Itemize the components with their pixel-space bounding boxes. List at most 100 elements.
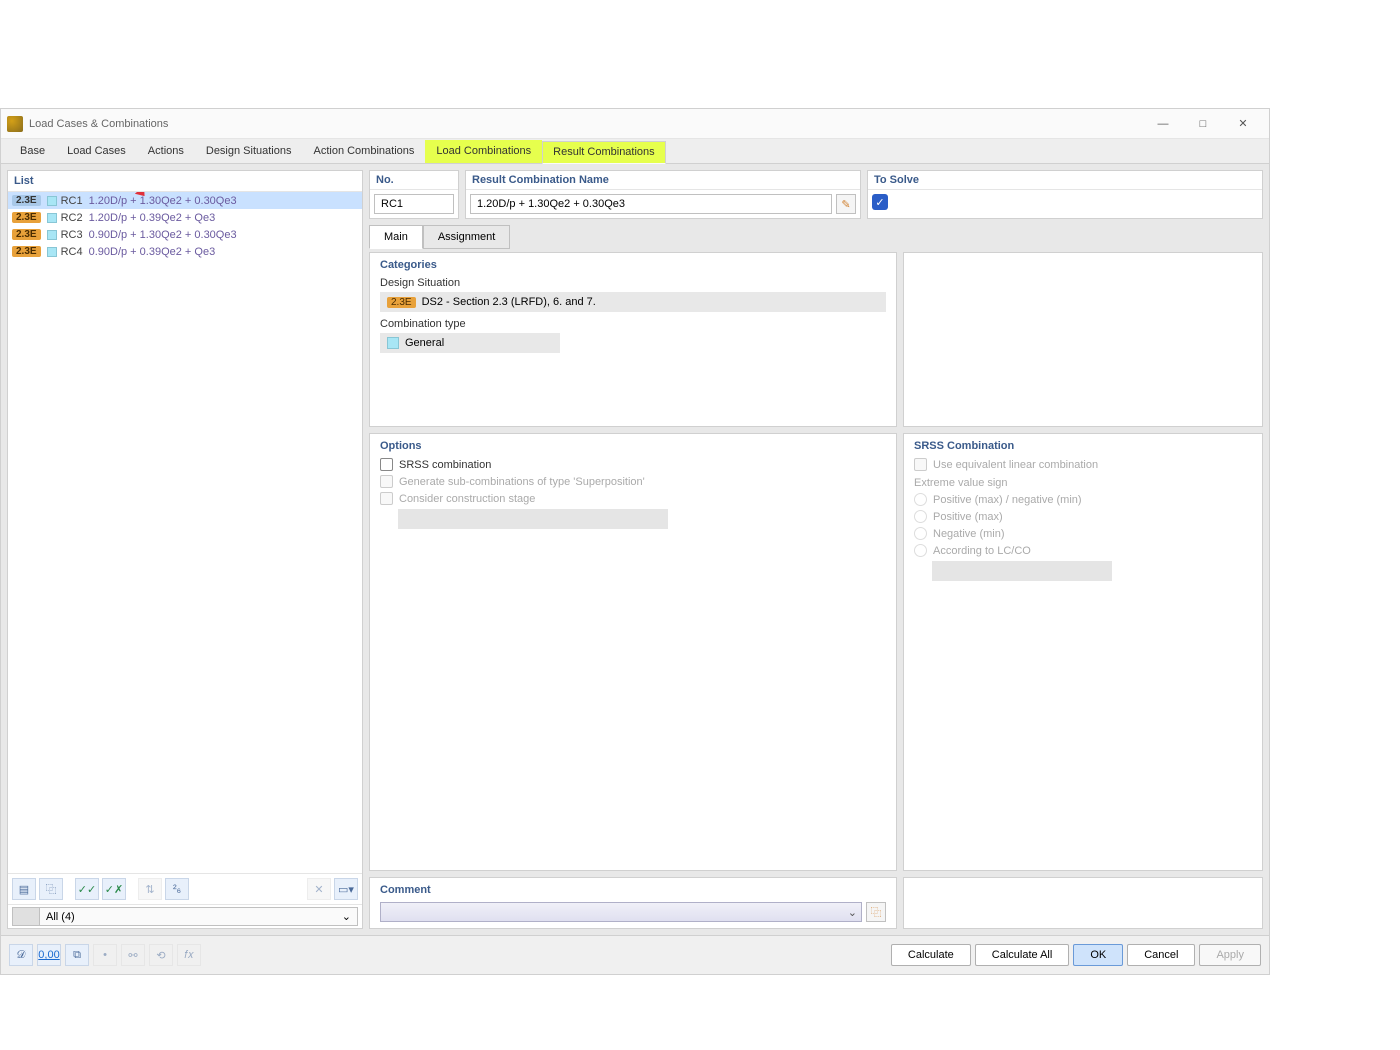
content-area: List 2.3E RC1 1.20D/p + 1.30Qe2 + 0.30Qe… — [1, 164, 1269, 935]
tab-load-cases[interactable]: Load Cases — [56, 140, 137, 163]
radio-row: According to LC/CO — [914, 544, 1252, 557]
sort-icon[interactable]: ⇅ — [138, 878, 162, 900]
useeq-label: Use equivalent linear combination — [933, 459, 1098, 471]
comment-panel: Comment ⌄ ⿻ — [369, 877, 897, 929]
titlebar: Load Cases & Combinations — □ ✕ — [1, 109, 1269, 139]
no-input[interactable]: RC1 — [374, 194, 454, 214]
color-swatch — [47, 213, 57, 223]
tab-design-situations[interactable]: Design Situations — [195, 140, 303, 163]
checkbox-icon — [380, 475, 393, 488]
maximize-button[interactable]: □ — [1183, 109, 1223, 139]
radio-label: Positive (max) — [933, 511, 1003, 523]
row-id: RC3 — [61, 229, 83, 241]
tab-load-combinations[interactable]: Load Combinations — [425, 140, 542, 163]
name-input[interactable]: 1.20D/p + 1.30Qe2 + 0.30Qe3 — [470, 194, 832, 214]
row-id: RC4 — [61, 246, 83, 258]
checkbox-icon — [914, 458, 927, 471]
close-button[interactable]: ✕ — [1223, 109, 1263, 139]
radio-row: Positive (max) — [914, 510, 1252, 523]
dialog-footer: 𝒟 0,00 ⧉ • ⚯ ⟲ 𝑓𝑥 Calculate Calculate Al… — [1, 935, 1269, 974]
no-label: No. — [370, 171, 458, 190]
renumber-icon[interactable]: ²₆ — [165, 878, 189, 900]
annotation-arrow-icon — [118, 192, 148, 193]
comment-input[interactable]: ⌄ — [380, 902, 862, 922]
ds-value: DS2 - Section 2.3 (LRFD), 6. and 7. — [422, 296, 596, 308]
list-panel: List 2.3E RC1 1.20D/p + 1.30Qe2 + 0.30Qe… — [7, 170, 363, 929]
delete-icon[interactable]: ✕ — [307, 878, 331, 900]
apply-button[interactable]: Apply — [1199, 944, 1261, 966]
row-desc: 0.90D/p + 0.39Qe2 + Qe3 — [89, 246, 216, 258]
row-id: RC1 — [61, 195, 83, 207]
footer-tool-4-icon[interactable]: • — [93, 944, 117, 966]
ds-badge: 2.3E — [387, 297, 416, 308]
radio-label: Positive (max) / negative (min) — [933, 494, 1082, 506]
color-swatch — [47, 230, 57, 240]
uncheck-all-icon[interactable]: ✓✗ — [102, 878, 126, 900]
tab-base[interactable]: Base — [9, 140, 56, 163]
ct-swatch — [387, 337, 399, 349]
radio-label: Negative (min) — [933, 528, 1005, 540]
cancel-button[interactable]: Cancel — [1127, 944, 1195, 966]
ds-field[interactable]: 2.3E DS2 - Section 2.3 (LRFD), 6. and 7. — [380, 292, 886, 312]
ok-button[interactable]: OK — [1073, 944, 1123, 966]
list-row[interactable]: 2.3E RC3 0.90D/p + 1.30Qe2 + 0.30Qe3 — [8, 226, 362, 243]
ct-field[interactable]: General — [380, 333, 560, 353]
lcco-field — [932, 561, 1112, 581]
tab-actions[interactable]: Actions — [137, 140, 195, 163]
radio-row: Negative (min) — [914, 527, 1252, 540]
list-row[interactable]: 2.3E RC1 1.20D/p + 1.30Qe2 + 0.30Qe3 — [8, 192, 362, 209]
calculate-button[interactable]: Calculate — [891, 944, 971, 966]
list-header: List — [8, 171, 362, 192]
footer-tool-2-icon[interactable]: 0,00 — [37, 944, 61, 966]
combination-list: 2.3E RC1 1.20D/p + 1.30Qe2 + 0.30Qe3 2.3… — [8, 192, 362, 873]
chevron-down-icon: ⌄ — [848, 906, 857, 919]
categories-title: Categories — [380, 259, 886, 271]
subtab-main[interactable]: Main — [369, 225, 423, 249]
ds-label: Design Situation — [380, 277, 886, 289]
radio-row: Positive (max) / negative (min) — [914, 493, 1252, 506]
edit-name-icon[interactable]: ✎ — [836, 194, 856, 214]
list-row[interactable]: 2.3E RC2 1.20D/p + 0.39Qe2 + Qe3 — [8, 209, 362, 226]
solve-label: To Solve — [868, 171, 1262, 190]
window-title: Load Cases & Combinations — [29, 118, 1143, 130]
row-desc: 1.20D/p + 1.30Qe2 + 0.30Qe3 — [89, 195, 237, 207]
solve-checkbox[interactable]: ✓ — [872, 194, 888, 210]
row-badge: 2.3E — [12, 212, 41, 223]
footer-tool-3-icon[interactable]: ⧉ — [65, 944, 89, 966]
radio-icon — [914, 544, 927, 557]
srss-checkbox-row[interactable]: SRSS combination — [380, 458, 886, 471]
filter-swatch[interactable] — [12, 907, 40, 926]
radio-icon — [914, 527, 927, 540]
row-badge: 2.3E — [12, 246, 41, 257]
comment-library-icon[interactable]: ⿻ — [866, 902, 886, 922]
checkbox-icon — [380, 458, 393, 471]
minimize-button[interactable]: — — [1143, 109, 1183, 139]
tab-action-combinations[interactable]: Action Combinations — [302, 140, 425, 163]
useeq-row: Use equivalent linear combination — [914, 458, 1252, 471]
view-mode-icon[interactable]: ▭▾ — [334, 878, 358, 900]
list-row[interactable]: 2.3E RC4 0.90D/p + 0.39Qe2 + Qe3 — [8, 243, 362, 260]
app-icon — [7, 116, 23, 132]
copy-item-icon[interactable]: ⿻ — [39, 878, 63, 900]
filter-select[interactable]: All (4) ⌄ — [40, 907, 358, 926]
row-id: RC2 — [61, 212, 83, 224]
panel-grid: Categories Design Situation 2.3E DS2 - S… — [369, 252, 1263, 929]
footer-tool-6-icon[interactable]: ⟲ — [149, 944, 173, 966]
srss-title: SRSS Combination — [914, 440, 1252, 452]
tab-result-combinations[interactable]: Result Combinations — [542, 141, 666, 164]
check-all-icon[interactable]: ✓✓ — [75, 878, 99, 900]
footer-tool-7-icon[interactable]: 𝑓𝑥 — [177, 944, 201, 966]
footer-tool-1-icon[interactable]: 𝒟 — [9, 944, 33, 966]
options-panel: Options SRSS combination Generate sub-co… — [369, 433, 897, 871]
comment-label: Comment — [380, 884, 886, 896]
row-desc: 0.90D/p + 1.30Qe2 + 0.30Qe3 — [89, 229, 237, 241]
gensub-checkbox-row: Generate sub-combinations of type 'Super… — [380, 475, 886, 488]
subtab-assignment[interactable]: Assignment — [423, 225, 510, 249]
new-item-icon[interactable]: ▤ — [12, 878, 36, 900]
empty-panel — [903, 877, 1263, 929]
row-desc: 1.20D/p + 0.39Qe2 + Qe3 — [89, 212, 216, 224]
constr-stage-field — [398, 509, 668, 529]
gensub-label: Generate sub-combinations of type 'Super… — [399, 476, 645, 488]
calculate-all-button[interactable]: Calculate All — [975, 944, 1070, 966]
footer-tool-5-icon[interactable]: ⚯ — [121, 944, 145, 966]
